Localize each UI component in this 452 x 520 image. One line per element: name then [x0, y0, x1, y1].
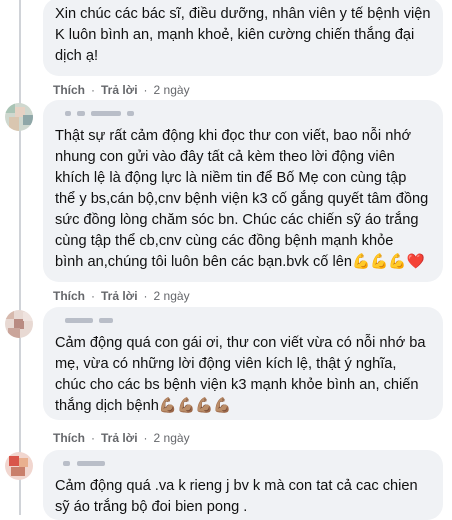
comment-text: Cảm động quá con gái ơi, thư con viết vừ…	[55, 335, 426, 414]
comment-timestamp: 2 ngày	[153, 289, 190, 303]
author-name-blurred[interactable]	[55, 458, 431, 472]
avatar[interactable]	[5, 103, 33, 131]
reply-button[interactable]: Trả lời	[101, 431, 138, 445]
comment-timestamp: 2 ngày	[153, 431, 190, 445]
comment-bubble: Xin chúc các bác sĩ, điều dưỡng, nhân vi…	[43, 0, 443, 76]
avatar[interactable]	[5, 310, 33, 338]
avatar[interactable]	[5, 452, 33, 480]
comment-text: Thật sự rất cảm động khi đọc thư con viế…	[55, 128, 429, 270]
comment-actions: Thích · Trả lời · 2 ngày	[53, 289, 190, 303]
comment-text: Cảm động quá .va k rieng j bv k mà con t…	[55, 478, 418, 515]
comment-timestamp: 2 ngày	[153, 83, 190, 97]
reply-button[interactable]: Trả lời	[101, 289, 138, 303]
like-button[interactable]: Thích	[53, 431, 85, 445]
comment-actions: Thích · Trả lời · 2 ngày	[53, 431, 190, 445]
thread-line	[19, 0, 21, 515]
like-button[interactable]: Thích	[53, 289, 85, 303]
reply-button[interactable]: Trả lời	[101, 83, 138, 97]
comment-bubble: Cảm động quá con gái ơi, thư con viết vừ…	[43, 307, 443, 420]
comment-actions: Thích · Trả lời · 2 ngày	[53, 83, 190, 97]
comment-bubble: Cảm động quá .va k rieng j bv k mà con t…	[43, 450, 443, 520]
comment-text: Xin chúc các bác sĩ, điều dưỡng, nhân vi…	[55, 6, 431, 64]
author-name-blurred[interactable]	[55, 315, 431, 329]
like-button[interactable]: Thích	[53, 83, 85, 97]
comment-bubble: Thật sự rất cảm động khi đọc thư con viế…	[43, 100, 443, 282]
author-name-blurred[interactable]	[55, 108, 431, 122]
